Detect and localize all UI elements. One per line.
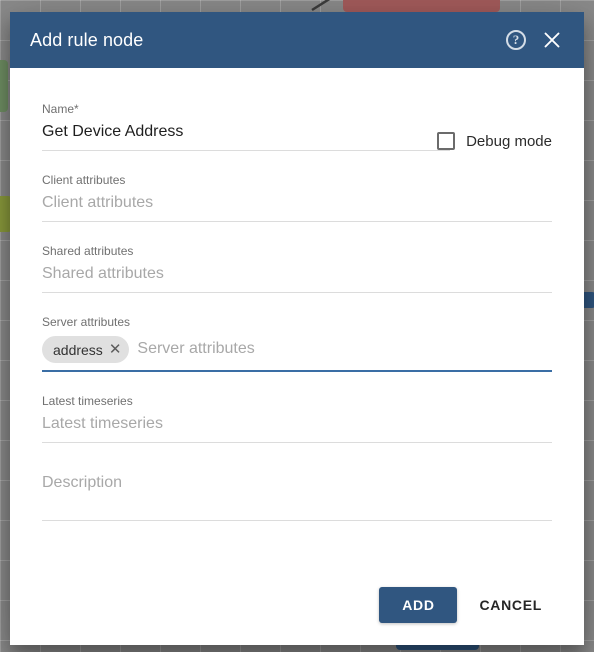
chip-label: address bbox=[53, 341, 103, 358]
help-circle-icon: ? bbox=[506, 30, 526, 50]
name-input[interactable] bbox=[42, 123, 450, 151]
dialog-footer: ADD CANCEL bbox=[10, 587, 584, 645]
name-field-group: Name* bbox=[42, 102, 552, 151]
client-attributes-input[interactable] bbox=[42, 194, 552, 222]
latest-timeseries-input[interactable] bbox=[42, 415, 552, 443]
server-attributes-chip-row: address ✕ bbox=[42, 336, 552, 363]
name-label-text: Name bbox=[42, 102, 75, 116]
add-button[interactable]: ADD bbox=[379, 587, 458, 623]
shared-attributes-label: Shared attributes bbox=[42, 244, 134, 258]
background-rule-node-green bbox=[0, 60, 8, 112]
server-attributes-field-group: Server attributes address ✕ bbox=[42, 315, 552, 372]
close-button[interactable] bbox=[534, 22, 570, 58]
add-rule-node-dialog: Add rule node ? Debug mode Name* Client … bbox=[10, 12, 584, 645]
close-icon bbox=[544, 32, 560, 48]
connection-arrow-icon bbox=[311, 0, 331, 12]
required-marker: * bbox=[74, 102, 79, 116]
shared-attributes-input[interactable] bbox=[42, 265, 552, 293]
dialog-header: Add rule node ? bbox=[10, 12, 584, 68]
client-attributes-field-group: Client attributes bbox=[42, 173, 552, 222]
server-attributes-focus-underline bbox=[42, 370, 552, 372]
dialog-body: Debug mode Name* Client attributes Share… bbox=[10, 68, 584, 587]
cancel-button[interactable]: CANCEL bbox=[463, 587, 558, 623]
description-field-group bbox=[42, 473, 552, 521]
server-attributes-label: Server attributes bbox=[42, 315, 131, 329]
chip-remove-icon[interactable]: ✕ bbox=[108, 342, 123, 357]
server-attributes-input[interactable] bbox=[137, 339, 552, 360]
help-button[interactable]: ? bbox=[498, 22, 534, 58]
latest-timeseries-label: Latest timeseries bbox=[42, 394, 133, 408]
chip-address[interactable]: address ✕ bbox=[42, 336, 130, 363]
background-rule-node-red bbox=[343, 0, 500, 12]
latest-timeseries-field-group: Latest timeseries bbox=[42, 394, 552, 443]
name-label: Name* bbox=[42, 102, 552, 116]
description-input[interactable] bbox=[42, 473, 552, 521]
client-attributes-label: Client attributes bbox=[42, 173, 126, 187]
shared-attributes-field-group: Shared attributes bbox=[42, 244, 552, 293]
dialog-title: Add rule node bbox=[30, 29, 144, 50]
